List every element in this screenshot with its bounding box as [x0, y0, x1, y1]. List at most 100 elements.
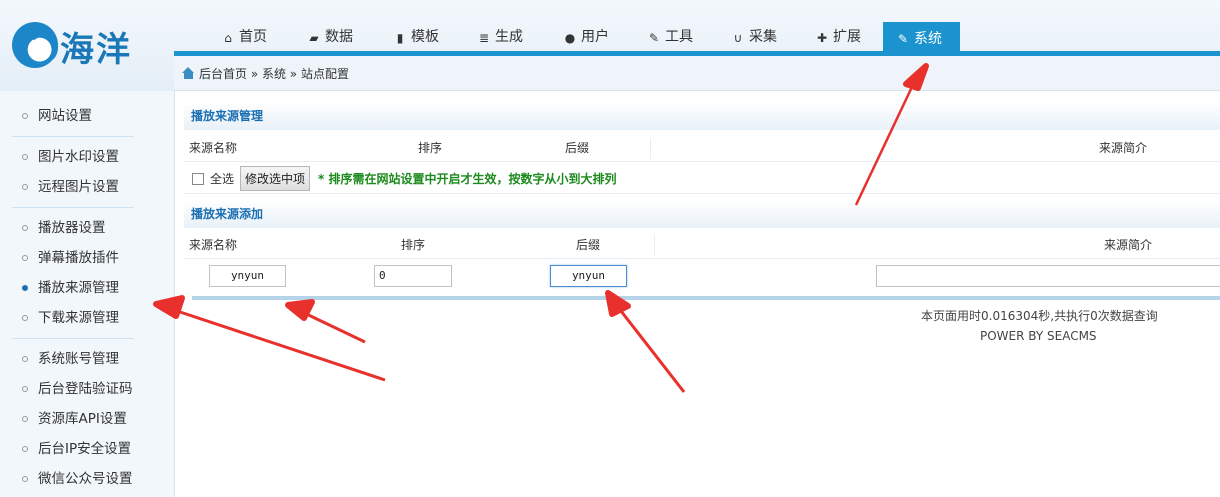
home-icon — [182, 67, 195, 79]
add-header-row: 来源名称 排序 后缀 来源简介 — [184, 232, 1220, 259]
sidebar-item-download-source[interactable]: 下载来源管理 — [22, 308, 119, 328]
user-icon: ● — [564, 30, 576, 45]
sidebar-item-danmaku[interactable]: 弹幕播放插件 — [22, 248, 119, 268]
source-desc-input[interactable] — [876, 265, 1220, 287]
page-timing: 本页面用时0.016304秒,共执行0次数据查询 — [921, 309, 1158, 323]
sidebar-item-play-source[interactable]: 播放来源管理 — [22, 278, 119, 298]
manage-header-row: 来源名称 排序 后缀 来源简介 — [184, 135, 1220, 162]
server-icon: ≣ — [478, 30, 490, 45]
sidebar-item-label: 播放来源管理 — [38, 280, 119, 296]
col-name-label: 来源名称 — [189, 141, 238, 155]
powered-by: POWER BY SEACMS — [980, 329, 1097, 343]
sidebar-item-label: 下载来源管理 — [38, 310, 119, 326]
sidebar-item-label: 系统账号管理 — [38, 351, 119, 367]
nav-tools[interactable]: ✎ 工具 — [648, 22, 693, 53]
nav-data[interactable]: ▰ 数据 — [308, 22, 353, 53]
divider — [12, 207, 134, 208]
source-order-input[interactable]: 0 — [374, 265, 452, 287]
breadcrumb: 后台首页 » 系统 » 站点配置 — [174, 56, 1220, 91]
col-suffix-label: 后缀 — [565, 141, 590, 155]
nav-label: 系统 — [914, 30, 942, 47]
logo: 海洋 — [8, 18, 174, 74]
bullet-icon — [22, 113, 28, 119]
bullet-icon — [22, 476, 28, 482]
col-suffix-label: 后缀 — [576, 238, 601, 252]
header: 海洋 ⌂ 首页 ▰ 数据 ▮ 模板 ≣ 生成 ● 用户 ✎ 工具 ∪ 采集 ✚ … — [0, 0, 1220, 91]
sidebar-item-label: 微信公众号设置 — [38, 471, 133, 487]
sidebar-item-watermark[interactable]: 图片水印设置 — [22, 147, 119, 167]
divider — [650, 138, 651, 159]
horizontal-scrollbar[interactable] — [192, 296, 1220, 300]
bullet-icon — [22, 184, 28, 190]
sidebar-item-label: 图片水印设置 — [38, 149, 119, 165]
sidebar-item-remote-image[interactable]: 远程图片设置 — [22, 177, 119, 197]
bullet-icon — [22, 315, 28, 321]
logo-swirl-icon — [12, 22, 58, 68]
magnet-icon: ∪ — [733, 30, 743, 45]
col-order-label: 排序 — [401, 238, 426, 252]
modify-selected-button[interactable]: 修改选中项 — [240, 166, 311, 191]
sidebar-item-label: 后台IP安全设置 — [38, 441, 132, 457]
nav-label: 首页 — [239, 29, 267, 45]
add-input-row: ynyun 0 ynyun — [184, 265, 1220, 289]
col-desc-label: 来源简介 — [1104, 238, 1153, 252]
nav-generate[interactable]: ≣ 生成 — [478, 22, 523, 53]
col-name-label: 来源名称 — [189, 238, 238, 252]
bullet-icon — [22, 285, 28, 291]
select-all-checkbox[interactable] — [192, 172, 204, 185]
arrow-to-sidebar-item-icon — [153, 295, 386, 382]
bullet-icon — [22, 416, 28, 422]
nav-label: 数据 — [325, 29, 353, 45]
sidebar-item-label: 后台登陆验证码 — [38, 381, 133, 397]
nav-label: 工具 — [665, 29, 693, 45]
nav-template[interactable]: ▮ 模板 — [394, 22, 439, 53]
bullet-icon — [22, 225, 28, 231]
source-suffix-input[interactable]: ynyun — [550, 265, 627, 287]
breadcrumb-text: 后台首页 » 系统 » 站点配置 — [199, 66, 349, 81]
col-desc-label: 来源简介 — [1099, 141, 1148, 155]
section-title-add: 播放来源添加 — [184, 199, 1220, 228]
sidebar-item-captcha[interactable]: 后台登陆验证码 — [22, 379, 133, 399]
logo-text: 海洋 — [60, 30, 132, 70]
nav-label: 模板 — [411, 29, 439, 45]
sidebar-item-wechat[interactable]: 微信公众号设置 — [22, 469, 133, 489]
sidebar-item-label: 资源库API设置 — [38, 411, 127, 427]
sidebar-item-label: 播放器设置 — [38, 220, 106, 236]
sidebar-item-api[interactable]: 资源库API设置 — [22, 409, 127, 429]
bullet-icon — [22, 446, 28, 452]
edit-icon: ✎ — [897, 32, 909, 46]
manage-action-row: 全选 修改选中项 * 排序需在网站设置中开启才生效，按数字从小到大排列 — [184, 164, 1220, 194]
bullet-icon — [22, 154, 28, 160]
divider — [654, 235, 655, 256]
nav-extend[interactable]: ✚ 扩展 — [816, 22, 861, 53]
bullet-icon — [22, 356, 28, 362]
section-title-manage: 播放来源管理 — [184, 101, 1220, 130]
nav-user[interactable]: ● 用户 — [564, 22, 609, 53]
puzzle-icon: ✚ — [816, 30, 828, 45]
nav-label: 扩展 — [833, 29, 861, 45]
nav-home[interactable]: ⌂ 首页 — [222, 22, 267, 53]
sidebar-item-site-settings[interactable]: 网站设置 — [22, 106, 92, 126]
arrow-to-suffix-input-icon — [605, 290, 686, 393]
bullet-icon — [22, 386, 28, 392]
sidebar-item-ip-security[interactable]: 后台IP安全设置 — [22, 439, 131, 459]
sidebar-item-label: 远程图片设置 — [38, 179, 119, 195]
sort-note: * 排序需在网站设置中开启才生效，按数字从小到大排列 — [318, 172, 617, 186]
divider — [12, 338, 134, 339]
nav-label: 生成 — [495, 29, 523, 45]
nav-collect[interactable]: ∪ 采集 — [732, 22, 777, 53]
top-navbar: ⌂ 首页 ▰ 数据 ▮ 模板 ≣ 生成 ● 用户 ✎ 工具 ∪ 采集 ✚ 扩展 — [174, 16, 1220, 56]
file-icon: ▮ — [396, 30, 404, 45]
wrench-icon: ✎ — [648, 30, 660, 45]
col-order-label: 排序 — [418, 141, 443, 155]
arrow-to-name-input-icon — [285, 299, 366, 344]
select-all-label: 全选 — [210, 172, 235, 186]
home-icon: ⌂ — [224, 30, 232, 45]
sidebar-item-player[interactable]: 播放器设置 — [22, 218, 106, 238]
bullet-icon — [22, 255, 28, 261]
sidebar-item-accounts[interactable]: 系统账号管理 — [22, 349, 119, 369]
source-name-input[interactable]: ynyun — [209, 265, 286, 287]
divider — [12, 136, 134, 137]
sidebar: 网站设置 图片水印设置 远程图片设置 播放器设置 弹幕播放插件 播放来源管理 下… — [0, 91, 175, 497]
sidebar-item-label: 网站设置 — [38, 108, 92, 124]
